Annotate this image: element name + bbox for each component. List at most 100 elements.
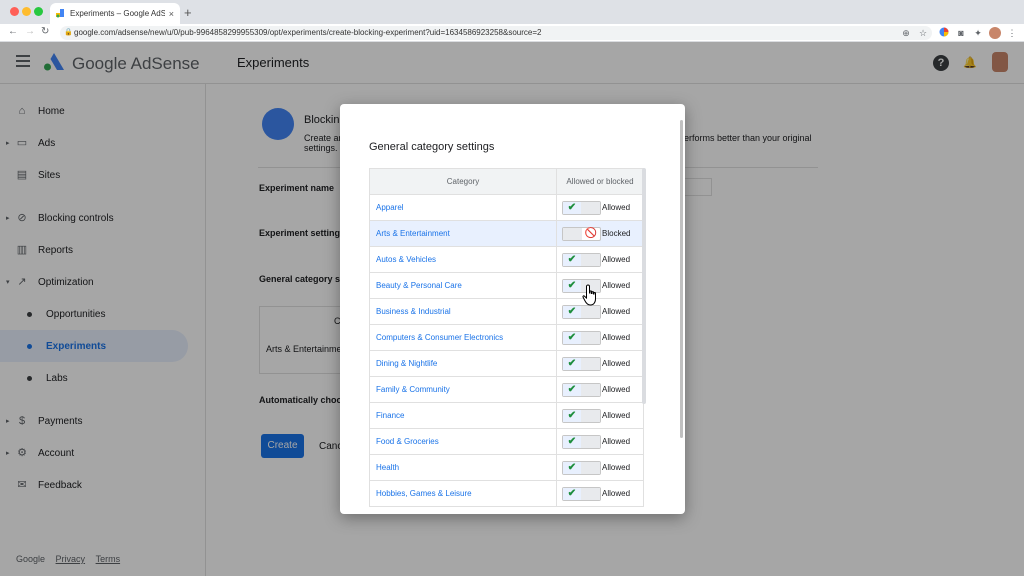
status-cell: ✔ Allowed [556,350,644,377]
camera-icon[interactable]: ◙ [955,27,967,39]
column-header-status: Allowed or blocked [556,168,644,195]
status-cell: ✔ Allowed [556,194,644,221]
status-cell: ✔ Allowed [556,246,644,273]
tab-close-icon[interactable]: × [169,9,174,19]
allowed-toggle[interactable]: ✔ [562,330,601,345]
reload-icon[interactable]: ↻ [41,26,49,37]
check-icon: ✔ [563,201,581,214]
dialog-scrollbar[interactable] [680,120,683,438]
status-cell: ✔ Allowed [556,272,644,299]
check-icon: ✔ [563,435,581,448]
new-tab-button[interactable]: + [184,5,192,20]
status-cell: ✔ Allowed [556,376,644,403]
table-row: Beauty & Personal Care ✔ Allowed [369,272,644,299]
allowed-toggle[interactable]: ✔ [562,408,601,423]
status-label: Allowed [602,385,631,394]
status-label: Allowed [602,437,631,446]
allowed-toggle[interactable]: ✔ [562,486,601,501]
status-cell: ✔ Allowed [556,454,644,481]
column-header-category: Category [369,168,557,195]
category-name: Computers & Consumer Electronics [369,324,557,351]
status-label: Allowed [602,333,631,342]
menu-dots-icon[interactable]: ⋮ [1006,27,1018,39]
status-cell: 🚫 Blocked [556,220,644,247]
table-row: Finance ✔ Allowed [369,402,644,429]
status-label: Allowed [602,489,631,498]
status-label: Allowed [602,411,631,420]
blocked-icon: 🚫 [584,227,598,239]
category-name: Autos & Vehicles [369,246,557,273]
allowed-toggle[interactable]: ✔ [562,356,601,371]
category-name: Hobbies, Games & Leisure [369,480,557,507]
star-icon[interactable]: ☆ [917,27,929,39]
category-name: Business & Industrial [369,298,557,325]
check-icon: ✔ [563,383,581,396]
status-label: Allowed [602,255,631,264]
check-icon: ✔ [563,331,581,344]
hand-cursor-icon [582,284,600,306]
status-cell: ✔ Allowed [556,324,644,351]
minimize-window-button[interactable] [22,7,31,16]
table-row: Health ✔ Allowed [369,454,644,481]
close-window-button[interactable] [10,7,19,16]
check-icon: ✔ [563,305,581,318]
status-cell: ✔ Allowed [556,428,644,455]
category-name: Food & Groceries [369,428,557,455]
status-label: Allowed [602,307,631,316]
table-row: Computers & Consumer Electronics ✔ Allowed [369,324,644,351]
profile-icon[interactable] [989,27,1001,39]
allowed-toggle[interactable]: ✔ [562,382,601,397]
maximize-window-button[interactable] [34,7,43,16]
tab-title: Experiments – Google AdSense [70,9,165,18]
allowed-toggle[interactable]: ✔ [562,252,601,267]
table-scrollbar[interactable] [642,168,646,404]
dialog-title: General category settings [369,141,495,153]
category-table-container: Category Allowed or blocked Apparel ✔ Allo… [369,168,649,514]
table-row: Business & Industrial ✔ Allowed [369,298,644,325]
category-name: Finance [369,402,557,429]
browser-tab[interactable]: Experiments – Google AdSense × [50,3,180,24]
status-label: Allowed [602,203,631,212]
status-cell: ✔ Allowed [556,298,644,325]
adsense-favicon-icon [56,9,65,18]
check-icon: ✔ [563,279,581,292]
blocked-toggle[interactable]: 🚫 [562,226,601,241]
status-label: Blocked [602,229,631,238]
category-name: Dining & Nightlife [369,350,557,377]
table-row: Apparel ✔ Allowed [369,194,644,221]
table-row: Arts & Entertainment 🚫 Blocked [369,220,644,247]
table-row: Autos & Vehicles ✔ Allowed [369,246,644,273]
color-extension-icon[interactable] [938,27,950,39]
general-category-settings-dialog: General category settings Category Allow… [340,104,685,514]
browser-tab-bar: Experiments – Google AdSense × + [0,0,1024,24]
lock-icon: 🔒 [64,29,73,36]
table-row: Family & Community ✔ Allowed [369,376,644,403]
url-text: google.com/adsense/new/u/0/pub-996485829… [74,28,542,37]
forward-icon[interactable]: → [25,26,35,37]
puzzle-icon[interactable]: ✦ [972,27,984,39]
allowed-toggle[interactable]: ✔ [562,434,601,449]
status-label: Allowed [602,463,631,472]
status-cell: ✔ Allowed [556,480,644,507]
allowed-toggle[interactable]: ✔ [562,460,601,475]
allowed-toggle[interactable]: ✔ [562,304,601,319]
address-toolbar: ← → ↻ 🔒 google.com/adsense/new/u/0/pub-9… [0,24,1024,42]
table-row: Food & Groceries ✔ Allowed [369,428,644,455]
status-label: Allowed [602,281,631,290]
status-cell: ✔ Allowed [556,402,644,429]
check-icon: ✔ [563,487,581,500]
category-name: Apparel [369,194,557,221]
check-icon: ✔ [563,253,581,266]
category-table: Category Allowed or blocked Apparel ✔ Allo… [369,168,644,507]
table-row: Hobbies, Games & Leisure ✔ Allowed [369,480,644,507]
zoom-icon[interactable]: ⊕ [900,27,912,39]
category-name: Beauty & Personal Care [369,272,557,299]
back-icon[interactable]: ← [8,26,18,37]
url-field[interactable]: 🔒 google.com/adsense/new/u/0/pub-9964858… [60,26,932,40]
allowed-toggle[interactable]: ✔ [562,200,601,215]
table-row: Dining & Nightlife ✔ Allowed [369,350,644,377]
category-name: Health [369,454,557,481]
category-name: Arts & Entertainment [369,220,557,247]
category-name: Family & Community [369,376,557,403]
check-icon: ✔ [563,409,581,422]
